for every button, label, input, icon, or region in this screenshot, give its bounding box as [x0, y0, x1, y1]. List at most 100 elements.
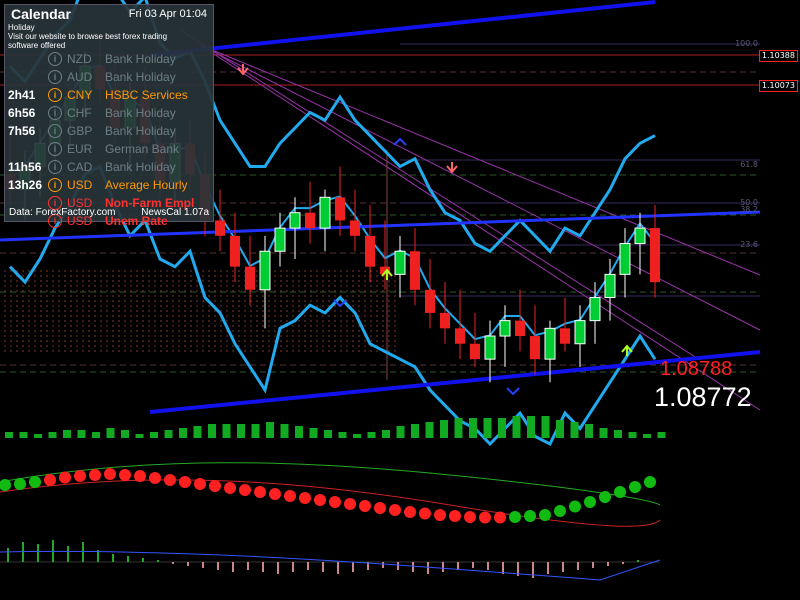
candle-body [365, 235, 375, 267]
candle-body [425, 289, 435, 313]
version-label: NewsCal 1.07a [141, 207, 209, 218]
oscillator-signal-line [0, 462, 661, 506]
oscillator-dot [104, 468, 116, 480]
candle-body [515, 320, 525, 337]
info-icon: i [48, 124, 62, 138]
event-currency: EUR [67, 142, 93, 156]
oscillator-dot [149, 472, 161, 484]
histogram-bar [411, 424, 419, 438]
fib-level-label: 100.0 [735, 39, 758, 48]
oscillator-dot [629, 481, 641, 493]
histogram-bar [106, 428, 115, 438]
info-icon: i [48, 70, 62, 84]
calendar-event-row[interactable]: 2h41 i CNY HSBC Services [5, 86, 213, 104]
event-currency: CAD [67, 160, 93, 174]
calendar-event-row[interactable]: 11h56 i CAD Bank Holiday [5, 158, 213, 176]
event-title: HSBC Services [105, 88, 188, 102]
histogram-bar [19, 432, 28, 438]
histogram-bar [77, 430, 86, 438]
candle-body [215, 220, 225, 236]
histogram-bar [483, 418, 492, 438]
histogram-bar [34, 434, 42, 438]
histogram-bar [469, 418, 477, 438]
ad-line: Holiday [8, 23, 35, 32]
oscillator-dot [134, 470, 146, 482]
chevron-marker [333, 299, 347, 308]
info-icon: i [48, 88, 62, 102]
signal-arrow [621, 344, 633, 356]
event-time: 2h41 [8, 88, 36, 102]
event-time: 11h56 [8, 160, 42, 174]
candle-body [530, 336, 540, 360]
histogram-bar [396, 426, 405, 438]
calendar-date: Fri 03 Apr 01:04 [128, 8, 207, 20]
candle-body [305, 212, 315, 229]
candle-body [484, 335, 496, 360]
oscillator-dot [254, 486, 266, 498]
histogram-bar [628, 432, 637, 438]
calendar-header: Calendar Fri 03 Apr 01:04 [5, 5, 213, 23]
oscillator-dot [239, 484, 251, 496]
event-currency: USD [67, 178, 93, 192]
histogram-bar [237, 424, 245, 438]
candle-body [394, 250, 406, 275]
info-icon: i [48, 178, 62, 192]
candle-body [560, 328, 570, 344]
news-calendar-panel: Calendar Fri 03 Apr 01:04 Holiday Visit o… [4, 4, 214, 228]
histogram-bar [135, 434, 144, 438]
oscillator-dot [434, 509, 446, 521]
oscillator-dot [524, 510, 536, 522]
candle-body [230, 235, 240, 267]
histogram-bar [63, 430, 71, 438]
fib-level-label: 38.2 [740, 205, 758, 214]
oscillator-dot [539, 509, 551, 521]
event-currency: AUD [67, 70, 93, 84]
histogram-bar [512, 416, 521, 438]
oscillator-dot [389, 504, 401, 516]
oscillator-dot [179, 476, 191, 488]
histogram-bar [599, 428, 608, 438]
candle-body [634, 227, 646, 245]
calendar-event-row[interactable]: i EUR German Bank [5, 140, 213, 158]
histogram-bar [382, 430, 390, 438]
event-currency: CHF [67, 106, 92, 120]
calendar-event-row[interactable]: 13h26 i USD Average Hourly [5, 176, 213, 194]
calendar-event-row[interactable]: 6h56 i CHF Bank Holiday [5, 104, 213, 122]
oscillator-dot [404, 506, 416, 518]
histogram-bar [280, 424, 289, 438]
oscillator-dot [509, 511, 521, 523]
histogram-bar [541, 416, 550, 438]
oscillator-dot [299, 492, 311, 504]
oscillator-dot [269, 488, 281, 500]
histogram-bar [454, 418, 463, 438]
candle-body [350, 220, 360, 236]
histogram-bar [614, 430, 622, 438]
oscillator-dot [419, 507, 431, 520]
oscillator-dot [464, 511, 476, 523]
oscillator-dot [494, 511, 506, 524]
oscillator-dot [164, 474, 176, 486]
calendar-event-row[interactable]: i AUD Bank Holiday [5, 68, 213, 86]
candle-body [455, 328, 465, 344]
oscillator-dot [89, 469, 101, 481]
histogram-bar [353, 434, 361, 438]
fib-fan-line [199, 44, 761, 331]
candle-body [274, 227, 286, 252]
oscillator-dot [359, 500, 371, 512]
info-icon: i [48, 52, 62, 66]
event-title: German Bank [105, 142, 180, 156]
oscillator-dot [44, 474, 56, 486]
oscillator-dot [374, 502, 386, 514]
event-title: Bank Holiday [105, 70, 176, 84]
histogram-bar [164, 430, 173, 438]
calendar-event-row[interactable]: 7h56 i GBP Bank Holiday [5, 122, 213, 140]
oscillator-dot [614, 486, 626, 498]
calendar-event-row[interactable]: i NZD Bank Holiday [5, 50, 213, 68]
event-title: Average Hourly [105, 178, 188, 192]
candle-body [319, 196, 331, 229]
histogram-bar [208, 424, 216, 438]
calendar-event-list: i NZD Bank Holiday i AUD Bank Holiday 2h41 i CNY… [5, 50, 213, 230]
oscillator-dot [644, 476, 656, 488]
oscillator-dot [314, 494, 326, 506]
oscillator-dot [599, 491, 611, 503]
